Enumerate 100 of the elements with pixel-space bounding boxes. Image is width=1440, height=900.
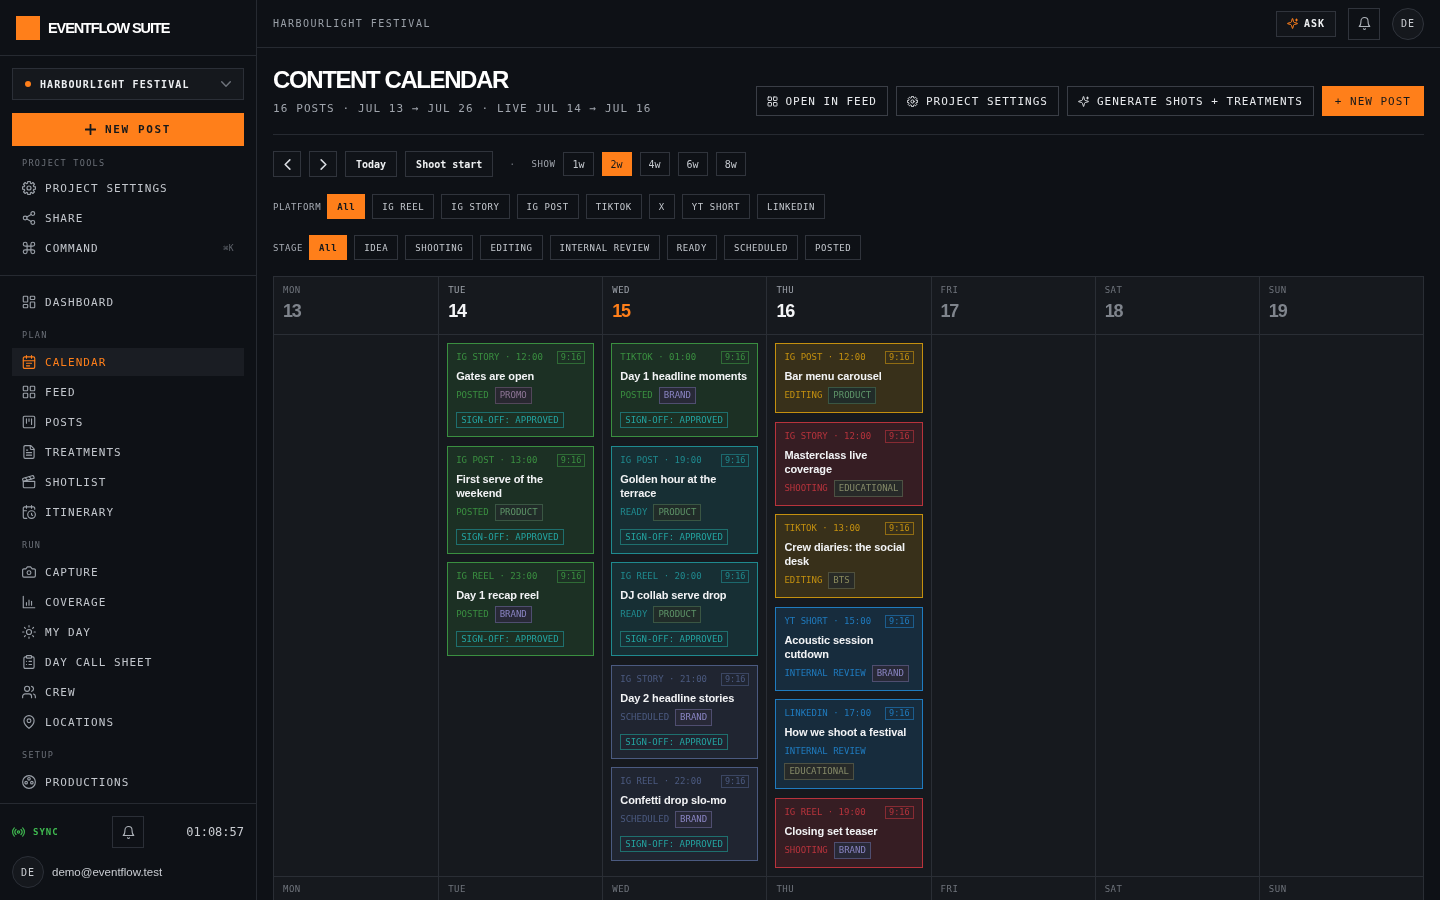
filter-chip[interactable]: EDITING: [480, 235, 543, 260]
sidebar-item[interactable]: PRODUCTIONS: [12, 768, 244, 796]
previous-button[interactable]: [273, 151, 301, 177]
sidebar-item[interactable]: DASHBOARD: [12, 288, 244, 316]
shoot-start-button[interactable]: Shoot start: [405, 151, 494, 177]
sidebar-item[interactable]: MY DAY: [12, 618, 244, 646]
range-tab[interactable]: 2w: [601, 152, 632, 176]
post-card[interactable]: IG REEL · 20:00 9:16 DJ collab serve drop READY PRODUCT SIGN-OFF: APPROVED: [611, 562, 759, 656]
logo-icon: [16, 15, 40, 40]
post-card[interactable]: IG REEL · 19:00 9:16 Closing set teaser SHOOTING BRAND: [775, 797, 923, 868]
aspect-ratio-tag: 9:16: [720, 775, 750, 788]
sidebar-item[interactable]: COMMAND ⌘K: [12, 234, 244, 262]
post-card[interactable]: IG STORY · 12:00 9:16 Gates are open POSTED PROMO SIGN-OFF: APPROVED: [447, 343, 595, 437]
sidebar-item[interactable]: CAPTURE: [12, 558, 244, 586]
sparkle-icon: [1077, 95, 1089, 107]
range-tab[interactable]: 1w: [563, 152, 594, 176]
day-name: SUN: [1268, 285, 1287, 295]
day-name: SAT: [1104, 883, 1123, 894]
sidebar-item[interactable]: TREATMENTS: [12, 438, 244, 466]
sidebar-item[interactable]: CALENDAR: [12, 348, 244, 376]
filter-chip[interactable]: YT SHORT: [681, 194, 750, 219]
sidebar-item[interactable]: ITINERARY: [12, 498, 244, 526]
filter-chip[interactable]: TIKTOK: [585, 194, 642, 219]
post-card[interactable]: YT SHORT · 15:00 9:16 Acoustic session cutdown INTERNAL REVIEW BRAND: [775, 606, 923, 691]
sidebar-item[interactable]: FEED: [12, 378, 244, 406]
post-title: Golden hour at the terrace: [620, 471, 718, 500]
filter-chip[interactable]: All: [309, 235, 348, 260]
post-card[interactable]: LINKEDIN · 17:00 9:16 How we shoot a festival INTERNAL REVIEW EDUCATIONAL: [775, 699, 923, 789]
day-name: WED: [612, 285, 631, 295]
calendar-icon: [22, 355, 36, 369]
post-card[interactable]: IG REEL · 23:00 9:16 Day 1 recap reel POSTED BRAND SIGN-OFF: APPROVED: [447, 562, 595, 656]
range-tab[interactable]: 4w: [639, 152, 670, 176]
signoff-tag: SIGN-OFF: APPROVED: [456, 631, 564, 647]
post-title: DJ collab serve drop: [620, 588, 728, 602]
chevron-left-icon: [283, 158, 291, 170]
sidebar-item[interactable]: POSTS: [12, 408, 244, 436]
post-card[interactable]: IG REEL · 22:00 9:16 Confetti drop slo-mo SCHEDULED BRAND SIGN-OFF: APPROVED: [611, 767, 759, 861]
post-meta: IG STORY · 21:00: [620, 672, 707, 686]
sidebar-item[interactable]: COVERAGE: [12, 588, 244, 616]
notifications-button[interactable]: [112, 816, 144, 848]
category-tag: PRODUCT: [828, 387, 877, 404]
generate-button[interactable]: GENERATE SHOTS + TREATMENTS: [1066, 86, 1314, 116]
stage-label: INTERNAL REVIEW: [784, 745, 866, 758]
project-settings-button[interactable]: PROJECT SETTINGS: [896, 86, 1059, 116]
sidebar-item[interactable]: LOCATIONS: [12, 708, 244, 736]
filter-chip[interactable]: IG REEL: [372, 194, 435, 219]
signoff-tag: SIGN-OFF: APPROVED: [620, 528, 728, 545]
range-tab[interactable]: 6w: [677, 152, 708, 176]
new-post-button[interactable]: NEW POST: [12, 113, 244, 146]
filter-chip[interactable]: INTERNAL REVIEW: [549, 235, 660, 260]
filter-chip[interactable]: IG POST: [516, 194, 579, 219]
user-avatar[interactable]: DE: [1392, 7, 1424, 40]
day-number: 18: [1104, 300, 1123, 322]
sidebar-item[interactable]: SHOTLIST: [12, 468, 244, 496]
grid-icon: [766, 95, 778, 107]
today-button[interactable]: Today: [345, 151, 398, 177]
post-title: Masterclass live coverage: [784, 447, 869, 476]
post-title: Acoustic session cutdown: [784, 632, 875, 661]
open-feed-button[interactable]: OPEN IN FEED: [755, 86, 888, 116]
filter-chip[interactable]: IDEA: [354, 235, 399, 260]
post-card[interactable]: TIKTOK · 01:00 9:16 Day 1 headline moments POSTED BRAND SIGN-OFF: APPROVED: [611, 343, 759, 437]
range-tab[interactable]: 8w: [715, 152, 746, 176]
next-button[interactable]: [309, 151, 337, 177]
section-label: PROJECT TOOLS: [22, 157, 106, 170]
aspect-ratio-tag: 9:16: [556, 351, 586, 364]
stage-label: SHOOTING: [784, 481, 828, 495]
post-card[interactable]: IG STORY · 21:00 9:16 Day 2 headline stories SCHEDULED BRAND SIGN-OFF: APPROVED: [611, 664, 759, 759]
ask-button[interactable]: ASK: [1275, 10, 1336, 37]
filter-chip[interactable]: LINKEDIN: [756, 194, 826, 219]
new-post-button[interactable]: + NEW POST: [1321, 86, 1424, 116]
post-title: Day 1 headline moments: [620, 369, 749, 383]
post-meta: TIKTOK · 01:00: [620, 351, 697, 364]
post-meta: TIKTOK · 13:00: [784, 522, 861, 535]
day-number: 13: [283, 300, 301, 322]
filter-chip[interactable]: READY: [666, 235, 717, 260]
post-card[interactable]: IG POST · 13:00 9:16 First serve of the weekend POSTED PRODUCT SIGN-OFF: APPROVED: [447, 445, 595, 554]
post-card[interactable]: TIKTOK · 13:00 9:16 Crew diaries: the social desk EDITING BTS: [775, 514, 923, 598]
document-icon: [22, 445, 36, 459]
day-name: SUN: [1268, 883, 1287, 894]
user-avatar[interactable]: DE: [12, 856, 44, 888]
filter-chip[interactable]: IG STORY: [441, 194, 510, 219]
keyboard-shortcut: ⌘K: [223, 243, 234, 253]
post-card[interactable]: IG STORY · 12:00 9:16 Masterclass live coverage SHOOTING EDUCATIONAL: [775, 421, 923, 506]
filter-chip[interactable]: SHOOTING: [405, 235, 474, 260]
category-tag: BRAND: [675, 811, 713, 828]
day-name: FRI: [940, 883, 959, 894]
notifications-button[interactable]: [1348, 7, 1380, 40]
filter-chip[interactable]: POSTED: [805, 235, 862, 260]
post-title: Day 1 recap reel: [456, 588, 540, 602]
post-card[interactable]: IG POST · 19:00 9:16 Golden hour at the terrace READY PRODUCT SIGN-OFF: APPROVED: [611, 445, 759, 554]
map-pin-icon: [22, 715, 36, 729]
post-card[interactable]: IG POST · 12:00 9:16 Bar menu carousel EDITING PRODUCT: [775, 343, 923, 413]
filter-chip[interactable]: X: [648, 194, 675, 219]
sidebar-item[interactable]: CREW: [12, 678, 244, 706]
filter-chip[interactable]: SCHEDULED: [723, 235, 799, 260]
project-select[interactable]: HARBOURLIGHT FESTIVAL: [12, 68, 244, 100]
filter-chip[interactable]: All: [327, 194, 366, 219]
sidebar-item[interactable]: PROJECT SETTINGS: [12, 174, 244, 202]
sidebar-item[interactable]: SHARE: [12, 204, 244, 232]
sidebar-item[interactable]: DAY CALL SHEET: [12, 648, 244, 676]
